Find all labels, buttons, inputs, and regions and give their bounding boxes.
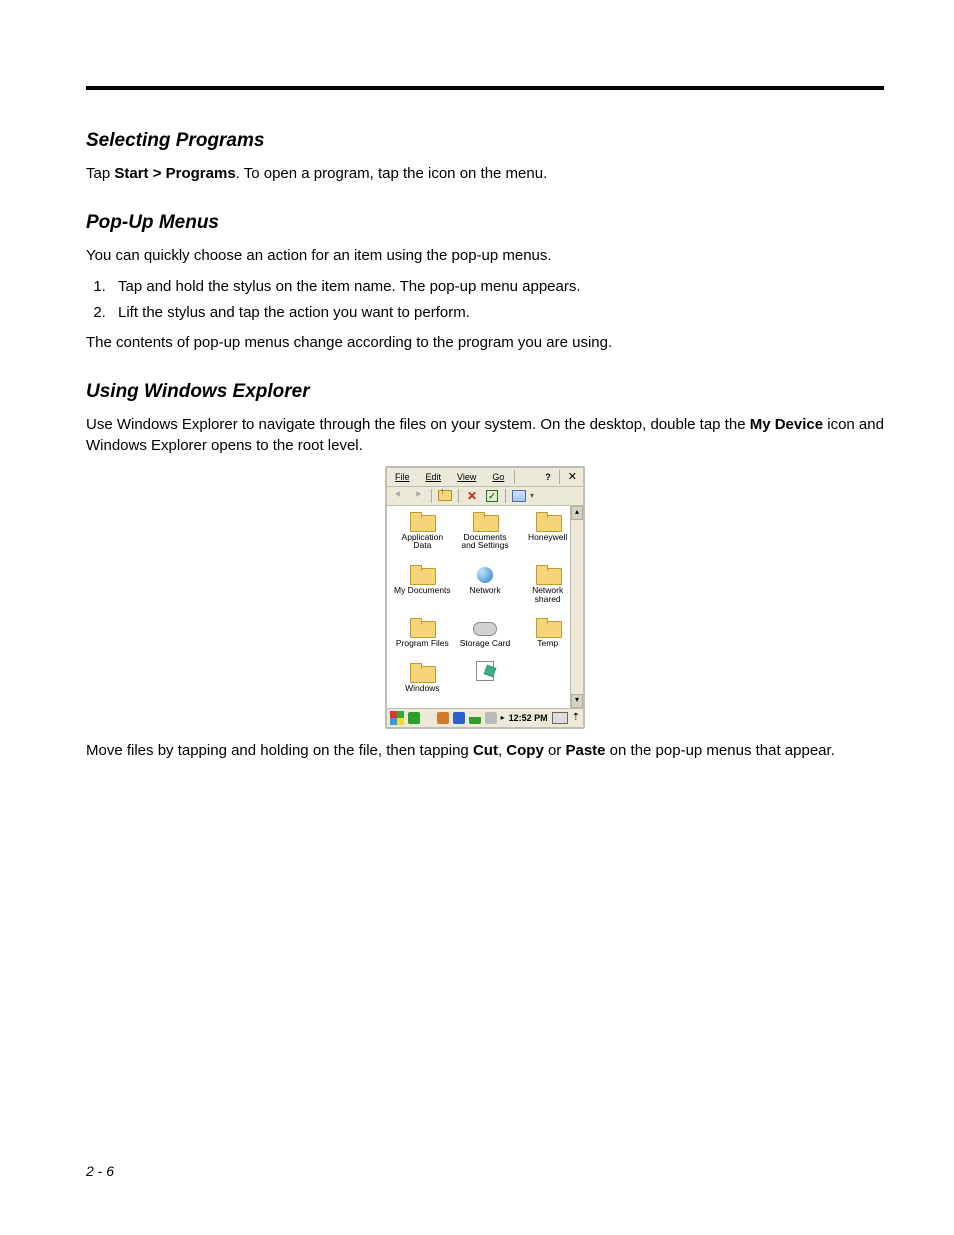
folder-label: Network [469,586,500,595]
taskbar: ▸ 12:52 PM ⇡ [387,708,583,727]
folder-item[interactable]: Documents and Settings [454,512,517,559]
text: Use Windows Explorer to navigate through… [86,416,750,433]
divider [559,470,560,484]
ordered-list: Tap and hold the stylus on the item name… [86,277,884,324]
note-icon [473,663,497,681]
text-bold: Cut [473,742,498,759]
folder-icon [410,663,434,681]
folder-icon [536,512,560,530]
folder-item[interactable]: Network [454,565,517,612]
back-icon[interactable]: ⯇ [391,489,405,503]
divider [431,489,432,503]
paragraph: Move files by tapping and holding on the… [86,741,884,761]
page-number: 2 - 6 [86,1163,114,1179]
folder-item[interactable]: Application Data [391,512,454,559]
arrow-up-icon[interactable]: ⇡ [572,712,580,723]
divider [505,489,506,503]
signal-icon[interactable] [469,712,481,724]
view-mode-icon[interactable] [512,489,526,503]
folder-item[interactable]: Program Files [391,618,454,657]
text: Tap [86,165,114,182]
text-bold: Copy [506,742,544,759]
text: Move files by tapping and holding on the… [86,742,473,759]
text: . To open a program, tap the icon on the… [236,165,548,182]
folder-label: Documents and Settings [456,533,514,550]
folder-icon [473,512,497,530]
clock: 12:52 PM [509,713,548,723]
text-bold: Paste [565,742,605,759]
close-icon[interactable]: ✕ [564,470,581,483]
folder-label: Temp [537,639,558,648]
menubar: File Edit View Go ? ✕ [387,468,583,487]
tray-icon[interactable] [408,712,420,724]
text: on the pop-up menus that appear. [606,742,835,759]
tray-icon[interactable] [485,712,497,724]
heading-popup-menus: Pop-Up Menus [86,212,884,234]
forward-icon[interactable]: ⯈ [411,489,425,503]
heading-selecting-programs: Selecting Programs [86,130,884,152]
network-icon [473,565,497,583]
folder-label: My Documents [394,586,451,595]
text: or [544,742,566,759]
list-item: Lift the stylus and tap the action you w… [110,303,884,323]
tray-expand-icon[interactable]: ▸ [501,713,505,722]
folder-icon [536,565,560,583]
menu-go[interactable]: Go [486,472,510,482]
folder-label: Network shared [519,586,577,603]
properties-icon[interactable]: ✓ [485,489,499,503]
paragraph: Tap Start > Programs. To open a program,… [86,164,884,184]
scroll-up-icon[interactable]: ▴ [571,506,583,520]
scroll-down-icon[interactable]: ▾ [571,694,583,708]
folder-label: Windows [405,684,439,693]
paragraph: Use Windows Explorer to navigate through… [86,415,884,456]
folder-icon [410,618,434,636]
file-area: Application Data Documents and Settings … [387,506,583,708]
folder-label: Program Files [396,639,449,648]
folder-icon [410,565,434,583]
up-folder-icon[interactable]: ↑ [438,489,452,503]
folder-label: Application Data [393,533,451,550]
start-icon[interactable] [390,711,404,725]
delete-icon[interactable]: ✕ [465,489,479,503]
menu-file[interactable]: File [389,472,416,482]
folder-item[interactable]: My Documents [391,565,454,612]
folder-item[interactable]: Windows [391,663,454,702]
storage-card-icon [473,618,497,636]
toolbar: ⯇ ⯈ ↑ ✕ ✓ ▾ [387,487,583,506]
folder-label: Storage Card [460,639,511,648]
folder-icon [410,512,434,530]
paragraph: You can quickly choose an action for an … [86,246,884,266]
horizontal-rule [86,86,884,90]
text-bold: My Device [750,416,823,433]
divider [514,470,515,484]
folder-label: Honeywell [528,533,567,542]
heading-using-windows-explorer: Using Windows Explorer [86,381,884,403]
help-icon[interactable]: ? [541,472,555,482]
keyboard-icon[interactable] [552,712,568,724]
folder-item[interactable]: Storage Card [454,618,517,657]
scrollbar[interactable]: ▴ ▾ [570,506,583,708]
text-bold: Start > Programs [114,165,235,182]
menu-edit[interactable]: Edit [420,472,448,482]
file-item[interactable] [454,663,517,702]
menu-view[interactable]: View [451,472,482,482]
figure-wrapper: File Edit View Go ? ✕ ⯇ ⯈ ↑ ✕ ✓ [86,466,884,729]
list-item: Tap and hold the stylus on the item name… [110,277,884,297]
divider [458,489,459,503]
document-page: Selecting Programs Tap Start > Programs.… [0,0,954,1235]
paragraph: The contents of pop-up menus change acco… [86,333,884,353]
bluetooth-icon[interactable] [453,712,465,724]
chevron-down-icon[interactable]: ▾ [530,491,534,500]
folder-icon [536,618,560,636]
windows-explorer-screenshot: File Edit View Go ? ✕ ⯇ ⯈ ↑ ✕ ✓ [385,466,585,729]
tray-icon[interactable] [437,712,449,724]
